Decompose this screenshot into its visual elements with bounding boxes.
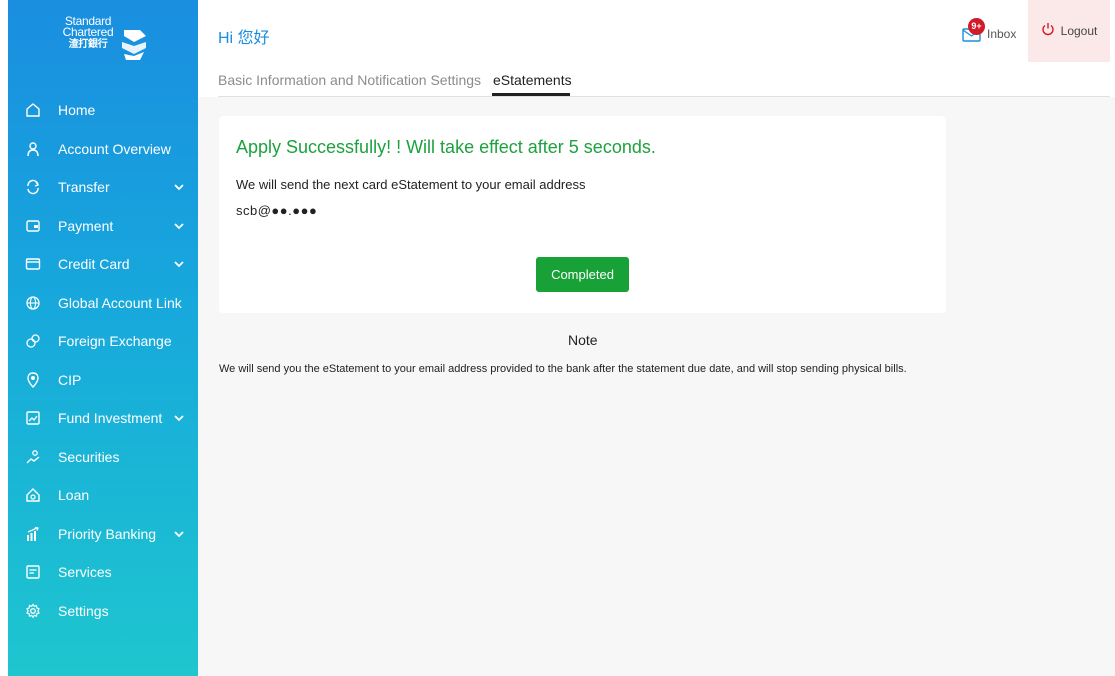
inbox-button[interactable]: 9+ Inbox xyxy=(962,18,1017,44)
person-icon xyxy=(24,140,42,158)
sidebar-nav: Home Account Overview Transfer Payment C… xyxy=(8,91,198,630)
logo-mark-icon xyxy=(122,30,146,60)
cip-icon xyxy=(24,371,42,389)
logo-line3: 渣打銀行 xyxy=(68,39,108,50)
sidebar-item-label: Priority Banking xyxy=(58,525,157,542)
credit-card-icon xyxy=(24,255,42,273)
sidebar-item-label: Fund Investment xyxy=(58,410,163,427)
sidebar-item-label: Global Account Link xyxy=(58,294,182,311)
chevron-down-icon[interactable] xyxy=(172,411,186,425)
sidebar: Standard Chartered 渣打銀行 Home Account Ove… xyxy=(8,0,198,676)
power-icon xyxy=(1041,22,1055,41)
sidebar-item-label: Home xyxy=(58,102,96,119)
chevron-down-icon[interactable] xyxy=(172,257,186,271)
sidebar-item-label: Account Overview xyxy=(58,140,171,157)
logout-button[interactable]: Logout xyxy=(1028,0,1110,62)
chevron-down-icon[interactable] xyxy=(172,219,186,233)
sidebar-item-credit-card[interactable]: Credit Card xyxy=(8,245,198,284)
standard-chartered-logo[interactable]: Standard Chartered 渣打銀行 xyxy=(60,15,152,76)
logout-label: Logout xyxy=(1060,24,1098,38)
transfer-icon xyxy=(24,178,42,196)
sidebar-item-transfer[interactable]: Transfer xyxy=(8,168,198,207)
inbox-label: Inbox xyxy=(987,27,1017,41)
note-body: We will send you the eStatement to your … xyxy=(219,363,907,375)
sidebar-item-label: CIP xyxy=(58,371,82,388)
active-tab-indicator xyxy=(492,93,570,96)
tabs-bar: Basic Information and Notification Setti… xyxy=(218,60,1110,97)
sidebar-item-label: Credit Card xyxy=(58,256,130,273)
home-icon xyxy=(24,101,42,119)
sidebar-item-loan[interactable]: Loan xyxy=(8,476,198,515)
mail-icon: 9+ xyxy=(962,18,985,43)
tab-basic-information[interactable]: Basic Information and Notification Setti… xyxy=(218,72,481,88)
sidebar-item-label: Loan xyxy=(58,487,90,504)
currency-exchange-icon xyxy=(24,332,42,350)
sidebar-item-label: Services xyxy=(58,564,112,581)
sidebar-item-label: Securities xyxy=(58,448,120,465)
sidebar-item-payment[interactable]: Payment xyxy=(8,207,198,246)
sidebar-item-settings[interactable]: Settings xyxy=(8,592,198,631)
chevron-down-icon[interactable] xyxy=(172,180,186,194)
success-card: Apply Successfully! ! Will take effect a… xyxy=(219,116,946,313)
sidebar-item-cip[interactable]: CIP xyxy=(8,361,198,400)
sidebar-item-home[interactable]: Home xyxy=(8,91,198,130)
logo-line2: Chartered xyxy=(62,25,114,39)
priority-banking-icon xyxy=(24,525,42,543)
gear-icon xyxy=(24,602,42,620)
sidebar-item-services[interactable]: Services xyxy=(8,553,198,592)
inbox-badge: 9+ xyxy=(968,18,985,35)
sidebar-item-foreign-exchange[interactable]: Foreign Exchange xyxy=(8,322,198,361)
logo-text: Standard Chartered 渣打銀行 xyxy=(60,15,116,50)
chevron-down-icon[interactable] xyxy=(172,527,186,541)
securities-icon xyxy=(24,448,42,466)
success-title: Apply Successfully! ! Will take effect a… xyxy=(236,137,656,157)
note-title: Note xyxy=(568,332,598,348)
services-icon xyxy=(24,563,42,581)
chart-icon xyxy=(24,409,42,427)
sidebar-item-fund-investment[interactable]: Fund Investment xyxy=(8,399,198,438)
sidebar-item-account-overview[interactable]: Account Overview xyxy=(8,130,198,169)
tab-estatements[interactable]: eStatements xyxy=(493,72,572,88)
greeting-text: Hi 您好 xyxy=(218,30,270,47)
globe-icon xyxy=(24,294,42,312)
sidebar-item-securities[interactable]: Securities xyxy=(8,438,198,477)
sidebar-item-label: Settings xyxy=(58,602,109,619)
masked-email: scb@●●.●●● xyxy=(236,203,318,218)
wallet-icon xyxy=(24,217,42,235)
completed-button[interactable]: Completed xyxy=(536,257,629,292)
sidebar-item-label: Foreign Exchange xyxy=(58,333,172,350)
sidebar-item-label: Payment xyxy=(58,217,114,234)
sidebar-item-label: Transfer xyxy=(58,179,110,196)
sidebar-item-priority-banking[interactable]: Priority Banking xyxy=(8,515,198,554)
estatement-message: We will send the next card eStatement to… xyxy=(236,177,586,192)
sidebar-item-global-account-link[interactable]: Global Account Link xyxy=(8,284,198,323)
loan-house-icon xyxy=(24,486,42,504)
